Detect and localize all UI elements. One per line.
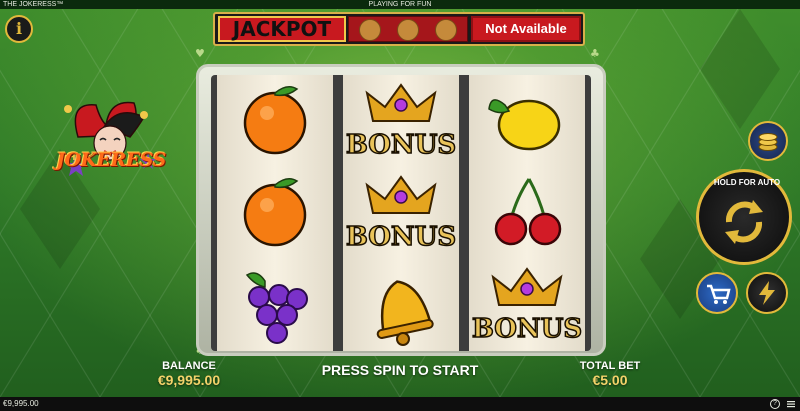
total-bet-label: TOTAL BET: [579, 360, 641, 372]
bonus-text: BONUS: [346, 222, 456, 252]
jester-face-icon: [397, 19, 419, 41]
jackpot-banner: JACKPOT Not Available: [213, 12, 585, 46]
reel-window: BONUS BONUS BONUS: [211, 75, 591, 351]
bet-settings-button[interactable]: [748, 121, 788, 161]
svg-text:♥: ♥: [195, 47, 205, 60]
svg-text:♣: ♣: [590, 47, 600, 60]
balance-label: BALANCE: [162, 360, 216, 372]
info-button[interactable]: i: [5, 15, 33, 43]
symbol-orange: [243, 86, 307, 155]
top-status-bar: THE JOKERESS™ PLAYING FOR FUN: [0, 0, 800, 9]
turbo-button[interactable]: [746, 272, 788, 314]
settings-icon[interactable]: [786, 399, 796, 409]
play-mode-label: PLAYING FOR FUN: [368, 1, 432, 8]
balance-value: €9,995.00: [157, 372, 221, 388]
spin-arrows-icon: [725, 200, 763, 244]
reel-frame: BONUS BONUS BONUS: [196, 64, 606, 356]
bottom-balance: €9,995.00: [3, 399, 39, 408]
reel-2: BONUS BONUS: [343, 75, 459, 351]
symbol-orange: [243, 178, 307, 247]
jackpot-status: Not Available: [471, 16, 581, 42]
reel-1: [217, 75, 333, 351]
spin-button[interactable]: HOLD FOR AUTO: [696, 169, 792, 265]
logo-title: JOKERESS: [56, 149, 166, 171]
reel-3: BONUS: [469, 75, 585, 351]
symbol-bonus: BONUS: [471, 267, 583, 345]
info-icon: i: [15, 19, 23, 38]
symbol-cherries: [494, 178, 562, 246]
bottom-status-bar: €9,995.00 ?: [0, 397, 800, 411]
symbol-bonus: BONUS: [345, 83, 457, 161]
game-logo: THE JOKERESS: [48, 97, 188, 192]
cart-icon: [707, 284, 731, 304]
jokeress-character-icon: THE: [62, 101, 156, 176]
bonus-text: BONUS: [346, 130, 456, 160]
jester-face-icon: [435, 19, 457, 41]
lightning-icon: [759, 281, 775, 305]
symbol-bell: [376, 280, 434, 346]
jackpot-label: JACKPOT: [218, 16, 346, 42]
bonus-text: BONUS: [472, 314, 582, 344]
jester-face-icon: [359, 19, 381, 41]
coin-stack-icon: [758, 133, 778, 151]
symbol-lemon: [488, 99, 561, 151]
spin-prompt: PRESS SPIN TO START: [321, 362, 479, 378]
game-stage: ♥ ♣ ♠ ♦ THE JOKERESS: [0, 9, 800, 397]
symbol-bonus: BONUS: [345, 175, 457, 253]
jackpot-faces: [348, 16, 468, 42]
buy-feature-button[interactable]: [696, 272, 738, 314]
symbol-grapes: [245, 272, 308, 344]
help-icon[interactable]: ?: [770, 399, 780, 409]
total-bet-value: €5.00: [592, 372, 628, 388]
